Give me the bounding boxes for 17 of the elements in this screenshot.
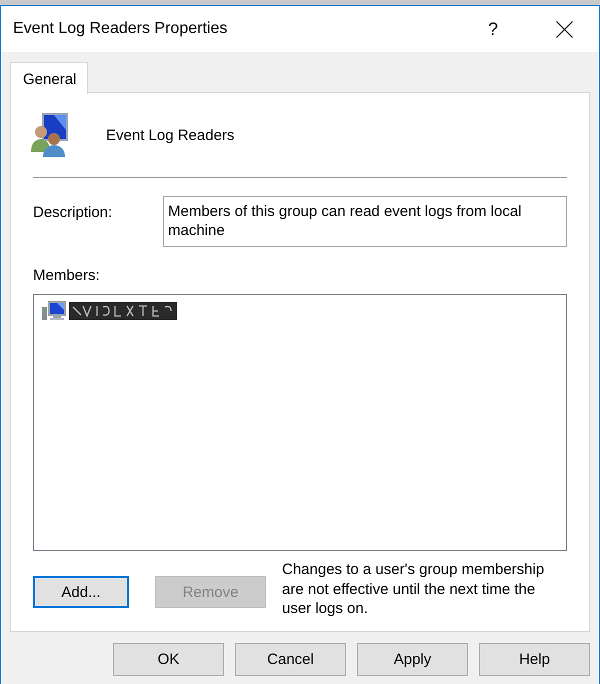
description-field[interactable]: Members of this group can read event logs from local machine <box>163 196 567 247</box>
close-icon <box>556 20 573 38</box>
members-label: Members: <box>33 267 100 286</box>
group-name: Event Log Readers <box>106 126 234 144</box>
dialog-button[interactable]: OK <box>113 643 224 676</box>
dialog-button[interactable]: Help <box>479 643 590 676</box>
members-list[interactable] <box>33 294 567 551</box>
tab[interactable]: General <box>10 62 88 94</box>
dialog-button[interactable]: Cancel <box>235 643 346 676</box>
membership-note: Changes to a user's group membership are not effective until the next time the user logs on. <box>282 560 546 618</box>
help-button[interactable]: ? <box>474 13 512 45</box>
computer-icon <box>42 301 66 321</box>
window-title: Event Log Readers Properties <box>13 20 228 38</box>
group-icon <box>30 112 70 158</box>
member-button[interactable]: Add... <box>33 576 129 608</box>
dialog-button[interactable]: Apply <box>357 643 468 676</box>
description-label: Description: <box>33 204 114 221</box>
